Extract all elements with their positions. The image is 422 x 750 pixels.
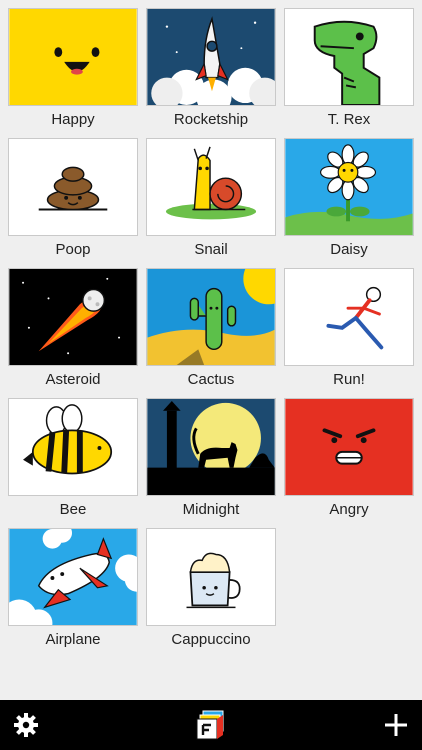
dinosaur-icon [285,9,413,105]
plus-icon [385,714,407,736]
thumbnail [284,398,414,496]
drawing-gallery: Happy Rocketship T. Rex Poop Snail Daisy… [0,0,422,700]
midnight-cat-icon [147,399,275,495]
item-label: Cactus [187,371,235,388]
item-label: Snail [194,241,228,258]
item-label: Cappuccino [171,631,251,648]
gallery-item-asteroid[interactable]: Asteroid [8,268,138,393]
thumbnail [284,138,414,236]
thumbnail [8,528,138,626]
asteroid-icon [9,269,137,365]
thumbnail [146,528,276,626]
item-label: Run! [333,371,365,388]
gallery-item-happy[interactable]: Happy [8,8,138,133]
gallery-item-snail[interactable]: Snail [146,138,276,263]
thumbnail [8,8,138,106]
poop-icon [9,139,137,235]
daisy-icon [285,139,413,235]
item-label: T. Rex [327,111,371,128]
thumbnail [146,138,276,236]
app-logo [190,700,232,750]
airplane-icon [9,529,137,625]
gallery-item-midnight[interactable]: Midnight [146,398,276,523]
rocket-icon [147,9,275,105]
item-label: Airplane [45,631,101,648]
gallery-item-rocketship[interactable]: Rocketship [146,8,276,133]
settings-button[interactable] [6,700,46,750]
thumbnail [146,398,276,496]
cappuccino-cup-icon [147,529,275,625]
cactus-icon [147,269,275,365]
thumbnail [8,398,138,496]
gallery-item-daisy[interactable]: Daisy [284,138,414,263]
bottom-toolbar [0,700,422,750]
gallery-item-bee[interactable]: Bee [8,398,138,523]
gallery-item-angry[interactable]: Angry [284,398,414,523]
item-label: Rocketship [173,111,249,128]
bee-icon [9,399,137,495]
thumbnail [284,8,414,106]
item-label: Angry [329,501,369,518]
gallery-item-cappuccino[interactable]: Cappuccino [146,528,276,653]
gallery-item-poop[interactable]: Poop [8,138,138,263]
add-button[interactable] [376,700,416,750]
item-label: Bee [59,501,87,518]
gallery-item-run[interactable]: Run! [284,268,414,393]
gallery-item-cactus[interactable]: Cactus [146,268,276,393]
thumbnail [146,8,276,106]
app-logo-icon [196,710,224,740]
thumbnail [8,268,138,366]
angry-face-icon [285,399,413,495]
gear-icon [14,713,38,737]
thumbnail [8,138,138,236]
item-label: Asteroid [45,371,101,388]
runner-icon [285,269,413,365]
gallery-item-airplane[interactable]: Airplane [8,528,138,653]
item-label: Happy [51,111,95,128]
gallery-item-t-rex[interactable]: T. Rex [284,8,414,133]
item-label: Midnight [182,501,240,518]
snail-icon [147,139,275,235]
happy-face-icon [9,9,137,105]
thumbnail [146,268,276,366]
item-label: Poop [55,241,91,258]
thumbnail [284,268,414,366]
item-label: Daisy [330,241,368,258]
